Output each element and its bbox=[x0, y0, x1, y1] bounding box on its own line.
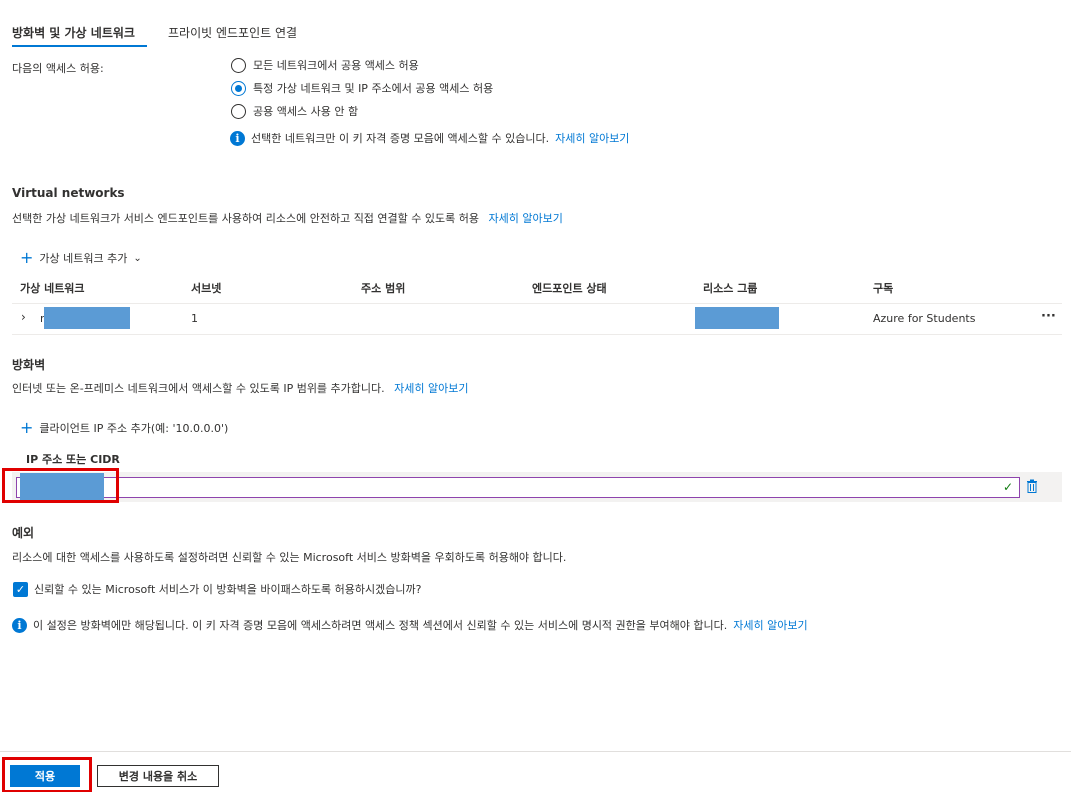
discard-changes-button[interactable]: 변경 내용을 취소 bbox=[97, 765, 219, 787]
info-icon: i bbox=[230, 130, 245, 146]
radio-label: 모든 네트워크에서 공용 액세스 허용 bbox=[253, 59, 419, 72]
exceptions-info-text: 이 설정은 방화벽에만 해당됩니다. 이 키 자격 증명 모음에 액세스하려면 … bbox=[33, 619, 728, 632]
more-options-icon[interactable]: ··· bbox=[1041, 309, 1056, 324]
vnet-desc: 선택한 가상 네트워크가 서비스 엔드포인트를 사용하여 리소스에 안전하고 직… bbox=[12, 212, 479, 225]
firewall-desc: 인터넷 또는 온-프레미스 네트워크에서 액세스할 수 있도록 IP 범위를 추… bbox=[12, 382, 385, 395]
radio-disable[interactable]: 공용 액세스 사용 안 함 bbox=[231, 102, 358, 120]
access-info: i 선택한 네트워크만 이 키 자격 증명 모음에 액세스할 수 있습니다. 자… bbox=[230, 130, 629, 146]
col-ip-cidr: IP 주소 또는 CIDR bbox=[26, 453, 120, 466]
vnet-desc-row: 선택한 가상 네트워크가 서비스 엔드포인트를 사용하여 리소스에 안전하고 직… bbox=[12, 210, 563, 226]
col-subscription: 구독 bbox=[873, 282, 894, 295]
access-learn-more-link[interactable]: 자세히 알아보기 bbox=[555, 130, 629, 146]
vnet-title: Virtual networks bbox=[12, 186, 125, 200]
exceptions-desc: 리소스에 대한 액세스를 사용하도록 설정하려면 신뢰할 수 있는 Micros… bbox=[12, 551, 567, 564]
delete-icon[interactable] bbox=[1026, 479, 1038, 493]
col-subnet: 서브넷 bbox=[191, 282, 222, 295]
plus-icon: + bbox=[20, 248, 34, 267]
add-client-ip-button[interactable]: + 클라이언트 IP 주소 추가(예: '10.0.0.0') bbox=[20, 420, 228, 436]
radio-button[interactable] bbox=[231, 103, 246, 119]
info-icon: i bbox=[12, 617, 27, 633]
tab-firewall-vnet[interactable]: 방화벽 및 가상 네트워크 bbox=[12, 24, 135, 41]
subnet-count: 1 bbox=[191, 312, 198, 325]
radio-button[interactable] bbox=[231, 57, 246, 73]
redacted-resource-group bbox=[695, 307, 779, 329]
col-endpoint-status: 엔드포인트 상태 bbox=[532, 282, 607, 295]
access-info-text: 선택한 네트워크만 이 키 자격 증명 모음에 액세스할 수 있습니다. bbox=[251, 132, 550, 145]
exceptions-info: i 이 설정은 방화벽에만 해당됩니다. 이 키 자격 증명 모음에 액세스하려… bbox=[12, 617, 808, 633]
radio-allow-selected[interactable]: 특정 가상 네트워크 및 IP 주소에서 공용 액세스 허용 bbox=[231, 79, 493, 97]
radio-allow-all[interactable]: 모든 네트워크에서 공용 액세스 허용 bbox=[231, 56, 419, 74]
exceptions-title: 예외 bbox=[12, 526, 35, 540]
add-vnet-button[interactable]: + 가상 네트워크 추가 ⌄ bbox=[20, 250, 142, 266]
active-tab-indicator bbox=[12, 45, 147, 47]
table-divider bbox=[12, 334, 1062, 335]
highlight-box-apply bbox=[2, 757, 92, 792]
tab-private-endpoint[interactable]: 프라이빗 엔드포인트 연결 bbox=[168, 24, 297, 41]
highlight-box-ip bbox=[2, 468, 119, 503]
add-client-ip-label: 클라이언트 IP 주소 추가(예: '10.0.0.0') bbox=[39, 422, 229, 435]
footer-divider bbox=[0, 751, 1071, 752]
vnet-learn-more-link[interactable]: 자세히 알아보기 bbox=[489, 212, 563, 225]
radio-button-checked[interactable] bbox=[231, 80, 246, 96]
redacted-vnet-name bbox=[44, 307, 130, 329]
radio-label: 특정 가상 네트워크 및 IP 주소에서 공용 액세스 허용 bbox=[253, 82, 494, 95]
checkbox-checked-icon[interactable]: ✓ bbox=[13, 581, 28, 597]
trusted-services-checkbox-row[interactable]: ✓ 신뢰할 수 있는 Microsoft 서비스가 이 방화벽을 바이패스하도록… bbox=[13, 581, 421, 597]
col-address-range: 주소 범위 bbox=[361, 282, 406, 295]
exceptions-learn-more-link[interactable]: 자세히 알아보기 bbox=[733, 617, 807, 633]
chevron-down-icon: ⌄ bbox=[133, 252, 142, 264]
firewall-title: 방화벽 bbox=[12, 358, 46, 372]
tab-strip: 방화벽 및 가상 네트워크 프라이빗 엔드포인트 연결 bbox=[12, 20, 352, 48]
ip-cidr-input[interactable] bbox=[16, 477, 1020, 498]
access-label: 다음의 액세스 허용: bbox=[12, 62, 104, 75]
col-vnet: 가상 네트워크 bbox=[20, 282, 85, 295]
firewall-learn-more-link[interactable]: 자세히 알아보기 bbox=[394, 382, 468, 395]
chevron-right-icon[interactable]: › bbox=[21, 310, 26, 324]
firewall-desc-row: 인터넷 또는 온-프레미스 네트워크에서 액세스할 수 있도록 IP 범위를 추… bbox=[12, 380, 469, 396]
table-divider bbox=[12, 303, 1062, 304]
trusted-services-label: 신뢰할 수 있는 Microsoft 서비스가 이 방화벽을 바이패스하도록 허… bbox=[34, 583, 422, 596]
checkmark-icon: ✓ bbox=[1003, 480, 1014, 494]
plus-icon: + bbox=[20, 418, 34, 437]
col-resource-group: 리소스 그룹 bbox=[703, 282, 758, 295]
radio-label: 공용 액세스 사용 안 함 bbox=[253, 105, 359, 118]
subscription-value: Azure for Students bbox=[873, 312, 976, 325]
add-vnet-label: 가상 네트워크 추가 bbox=[39, 252, 128, 265]
